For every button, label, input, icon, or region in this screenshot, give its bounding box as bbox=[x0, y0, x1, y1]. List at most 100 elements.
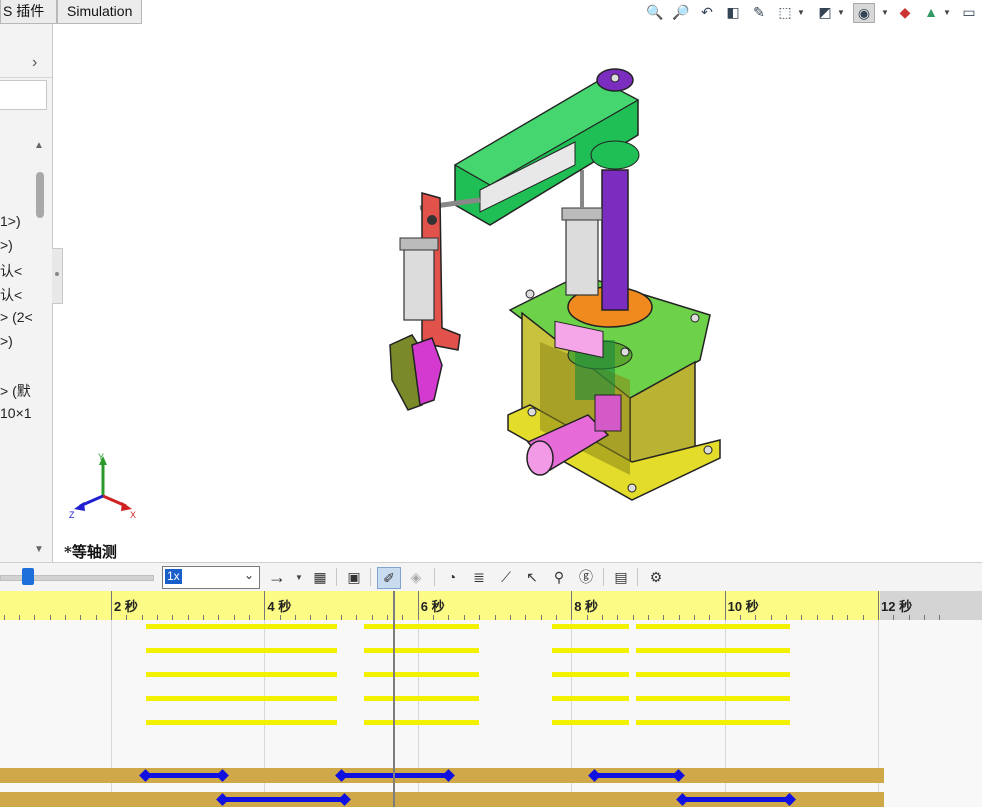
feature-manager-panel: › ▲ ▼ 1>) >) 认< 认< > (2< >) > (默 10×1 bbox=[0, 24, 53, 562]
time-label-2s: 2 秒 bbox=[114, 599, 138, 614]
add-key-icon[interactable]: ◈ bbox=[405, 567, 427, 587]
key-bar[interactable] bbox=[145, 648, 338, 653]
key-segment[interactable] bbox=[594, 773, 679, 778]
arm-pivot bbox=[590, 140, 640, 170]
panel-collapse-handle[interactable] bbox=[52, 248, 63, 304]
key-bar[interactable] bbox=[364, 720, 480, 725]
tree-item[interactable]: > (默 bbox=[0, 381, 31, 401]
toolbar-divider bbox=[370, 568, 371, 586]
hide-show-dropdown-icon[interactable]: ▼ bbox=[881, 8, 889, 17]
bolt bbox=[610, 73, 620, 83]
triad-z-arrow bbox=[74, 502, 85, 511]
previous-view-icon[interactable]: ↶ bbox=[697, 3, 717, 21]
force-icon[interactable]: ↖ bbox=[521, 567, 543, 587]
apply-scene-dropdown-icon[interactable]: ▼ bbox=[943, 8, 951, 17]
key-bar[interactable] bbox=[364, 696, 480, 701]
filter-box[interactable] bbox=[0, 80, 47, 110]
motion-study-properties-icon[interactable]: ⚙ bbox=[645, 567, 667, 587]
key-bar[interactable] bbox=[636, 648, 790, 653]
view-settings-icon[interactable]: ▭ bbox=[959, 3, 979, 21]
gravity-icon[interactable]: ⓖ bbox=[575, 567, 597, 587]
animation-wizard-icon[interactable]: ▣ bbox=[343, 567, 365, 587]
key-bar[interactable] bbox=[145, 672, 338, 677]
scrollbar-thumb[interactable] bbox=[36, 172, 44, 218]
view-orientation-icon[interactable]: ⬚ bbox=[775, 3, 795, 21]
time-label-4s: 4 秒 bbox=[267, 599, 292, 614]
toolbar-divider bbox=[603, 568, 604, 586]
key-bar[interactable] bbox=[636, 672, 790, 677]
autokey-icon[interactable]: ✐ bbox=[377, 567, 401, 589]
bolt bbox=[690, 313, 700, 323]
gripper-cylinder-cap bbox=[399, 237, 439, 251]
bolt bbox=[620, 347, 630, 357]
display-style-dropdown-icon[interactable]: ▼ bbox=[837, 8, 845, 17]
tab-simulation[interactable]: Simulation bbox=[57, 0, 143, 24]
chevron-right-icon[interactable]: › bbox=[32, 54, 37, 72]
dynamic-annotation-icon[interactable]: ✎ bbox=[749, 3, 769, 21]
display-style-icon[interactable]: ◩ bbox=[815, 3, 835, 21]
toolbar-divider bbox=[336, 568, 337, 586]
save-animation-icon[interactable]: ▦ bbox=[309, 567, 331, 587]
tree-item[interactable]: 认< bbox=[0, 285, 22, 305]
triad-y-label: Y bbox=[98, 452, 104, 462]
motor-icon[interactable]: ◔ bbox=[441, 567, 463, 587]
lift-cylinder-cap bbox=[561, 207, 603, 221]
bolt bbox=[527, 407, 537, 417]
key-bar[interactable] bbox=[636, 720, 790, 725]
spring-icon[interactable]: ≣ bbox=[468, 567, 490, 587]
toolbar-divider bbox=[637, 568, 638, 586]
triad-z-label: Z bbox=[69, 510, 75, 520]
playback-slider-knob[interactable] bbox=[22, 568, 34, 585]
key-bar[interactable] bbox=[552, 648, 629, 653]
key-bar[interactable] bbox=[552, 624, 629, 629]
key-bar[interactable] bbox=[636, 624, 790, 629]
timeline-ruler[interactable]: 2 秒 4 秒 6 秒 8 秒 10 秒 12 秒 bbox=[0, 591, 982, 621]
key-bar[interactable] bbox=[552, 696, 629, 701]
scroll-down-icon[interactable]: ▼ bbox=[34, 544, 44, 555]
play-icon[interactable]: → bbox=[266, 567, 288, 587]
tree-item[interactable]: 10×1 bbox=[0, 405, 32, 421]
key-bar[interactable] bbox=[145, 624, 338, 629]
key-bar[interactable] bbox=[145, 696, 338, 701]
key-segment[interactable] bbox=[222, 797, 345, 802]
key-bar[interactable] bbox=[364, 672, 480, 677]
contact-icon[interactable]: ⚲ bbox=[548, 567, 570, 587]
robot-arm-model bbox=[389, 68, 721, 501]
tree-item[interactable]: 认< bbox=[0, 261, 22, 281]
heads-up-view-toolbar: 🔍 🔎 ↶ ◧ ✎ ⬚ ▼ ◩ ▼ ◉ ▼ ◆ ▲ ▼ ▭ bbox=[640, 0, 982, 26]
bolt bbox=[627, 483, 637, 493]
key-bar[interactable] bbox=[552, 720, 629, 725]
results-icon[interactable]: ▤ bbox=[610, 567, 632, 587]
apply-scene-icon[interactable]: ▲ bbox=[921, 3, 941, 21]
damper-icon[interactable]: ⟋ bbox=[495, 567, 517, 587]
key-bar[interactable] bbox=[364, 624, 480, 629]
bolt bbox=[703, 445, 713, 455]
play-mode-dropdown-icon[interactable]: ▼ bbox=[295, 573, 303, 582]
playback-speed-value: 1x bbox=[165, 569, 182, 584]
key-segment[interactable] bbox=[145, 773, 223, 778]
view-orientation-dropdown-icon[interactable]: ▼ bbox=[797, 8, 805, 17]
edit-appearance-icon[interactable]: ◆ bbox=[895, 3, 915, 21]
hide-show-items-icon[interactable]: ◉ bbox=[853, 3, 875, 23]
tree-item[interactable]: 1>) bbox=[0, 213, 21, 229]
tree-item[interactable]: >) bbox=[0, 333, 13, 349]
view-triad: Y X Z bbox=[69, 452, 136, 520]
key-bar[interactable] bbox=[552, 672, 629, 677]
tab-addins[interactable]: S 插件 bbox=[0, 0, 57, 24]
timeline-playhead[interactable] bbox=[393, 591, 395, 807]
zoom-to-area-icon[interactable]: 🔎 bbox=[671, 3, 691, 21]
time-label-10s: 10 秒 bbox=[727, 599, 759, 614]
timeline-area[interactable] bbox=[0, 620, 982, 807]
key-bar[interactable] bbox=[636, 696, 790, 701]
motion-study-toolbar: 1x ⌄ → ▼ ▦ ▣ ✐ ◈ ◔ ≣ ⟋ ↖ ⚲ ⓖ ▤ ⚙ bbox=[0, 562, 982, 593]
zoom-to-fit-icon[interactable]: 🔍 bbox=[645, 3, 665, 21]
tree-item[interactable]: > (2< bbox=[0, 309, 33, 325]
section-view-icon[interactable]: ◧ bbox=[723, 3, 743, 21]
key-bar[interactable] bbox=[364, 648, 480, 653]
toolbar-divider bbox=[434, 568, 435, 586]
key-bar[interactable] bbox=[145, 720, 338, 725]
playback-speed-select[interactable]: 1x ⌄ bbox=[162, 566, 260, 589]
tree-item[interactable]: >) bbox=[0, 237, 13, 253]
key-segment[interactable] bbox=[682, 797, 790, 802]
scroll-up-icon[interactable]: ▲ bbox=[34, 140, 44, 151]
